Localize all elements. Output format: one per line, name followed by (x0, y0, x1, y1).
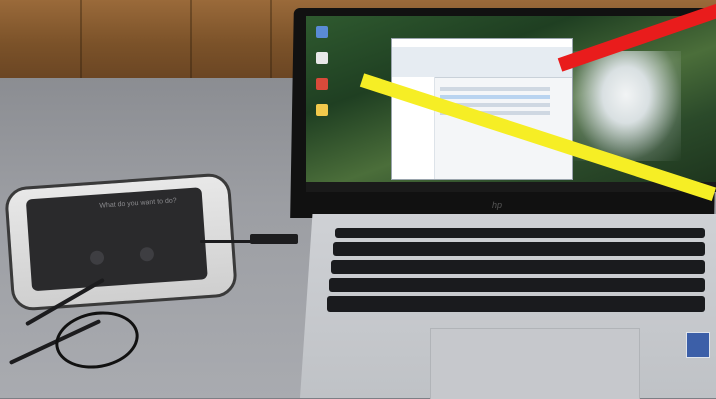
explorer-ribbon (392, 47, 572, 78)
usb-plug (250, 234, 298, 244)
laptop-screen (306, 16, 716, 192)
laptop-touchpad (430, 328, 640, 399)
desktop-icon (316, 52, 328, 64)
laptop-logo: hp (492, 200, 503, 210)
usb-cable (200, 240, 252, 243)
photo-scene: hp What do you want to do? (0, 0, 716, 399)
laptop-keyboard (325, 226, 710, 318)
windows-taskbar (306, 182, 716, 192)
wallpaper-waterfall (571, 51, 681, 161)
desktop-icon (316, 104, 328, 116)
desktop-icon (316, 78, 328, 90)
tablet-mic-icon (89, 250, 105, 266)
tablet-hand-icon (139, 246, 155, 262)
cpu-sticker (686, 332, 710, 358)
file-explorer-window (391, 38, 573, 180)
desktop-icon (316, 26, 328, 38)
